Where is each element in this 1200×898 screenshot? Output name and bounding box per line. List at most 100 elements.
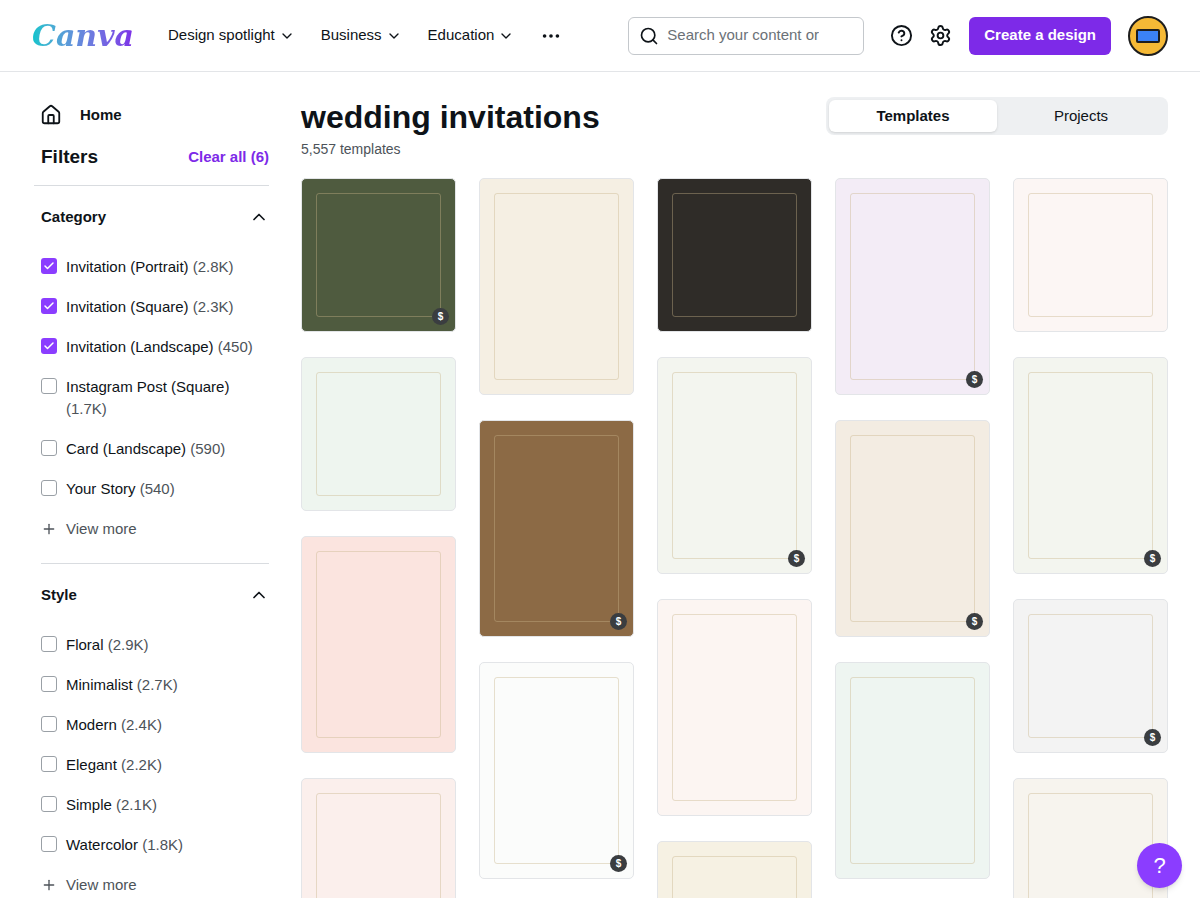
template-grid: $$$$$$$$ <box>301 178 1168 898</box>
filter-item[interactable]: Card (Landscape) (590) <box>41 429 269 469</box>
filter-item[interactable]: Modern (2.4K) <box>41 705 269 745</box>
filter-item[interactable]: Your Story (540) <box>41 469 269 509</box>
nav-item[interactable]: Design spotlight <box>168 24 295 47</box>
filter-item[interactable]: Minimalist (2.7K) <box>41 665 269 705</box>
view-tab[interactable]: Templates <box>829 100 997 132</box>
template-preview <box>850 435 975 622</box>
filter-label: Floral (2.9K) <box>66 634 149 656</box>
checkbox[interactable] <box>41 676 57 692</box>
filter-section: Style Floral (2.9K) Minimalist (2.7K) Moder… <box>41 564 269 898</box>
template-preview <box>316 551 441 738</box>
template-card[interactable]: $ <box>301 178 456 332</box>
template-preview <box>672 614 797 801</box>
search-box[interactable]: Search your content or <box>628 17 864 55</box>
filter-item[interactable]: Instagram Post (Square) (1.7K) <box>41 367 269 429</box>
home-icon <box>40 104 62 126</box>
filter-label: Watercolor (1.8K) <box>66 834 183 856</box>
checkbox-wrap <box>41 480 57 496</box>
help-button[interactable]: ? <box>1137 843 1182 888</box>
template-card[interactable]: $ <box>1013 357 1168 574</box>
checkbox-wrap <box>41 836 57 852</box>
main-nav: Design spotlight Business Education <box>168 24 562 47</box>
nav-item[interactable]: Business <box>321 24 402 47</box>
checkbox[interactable] <box>41 796 57 812</box>
pro-badge: $ <box>610 855 627 872</box>
nav-item[interactable]: Education <box>428 24 515 47</box>
avatar[interactable] <box>1128 16 1168 56</box>
filter-count: (540) <box>140 480 175 497</box>
filter-item[interactable]: Floral (2.9K) <box>41 625 269 665</box>
filter-label: Simple (2.1K) <box>66 794 157 816</box>
checkbox[interactable] <box>41 378 57 394</box>
filter-count: (2.7K) <box>137 676 178 693</box>
clear-all[interactable]: Clear all (6) <box>188 146 269 169</box>
template-card[interactable]: $ <box>479 420 634 637</box>
search-icon <box>639 26 659 46</box>
filter-label: Minimalist (2.7K) <box>66 674 178 696</box>
checkbox[interactable] <box>41 298 57 314</box>
view-tab[interactable]: Projects <box>997 100 1165 132</box>
home-link[interactable]: Home <box>34 104 269 127</box>
template-card[interactable] <box>301 357 456 511</box>
filter-item[interactable]: Watercolor (1.8K) <box>41 825 269 865</box>
filter-count: (2.9K) <box>108 636 149 653</box>
sidebar: HomeFiltersClear all (6)CategoryInvitati… <box>0 72 269 898</box>
template-card[interactable] <box>657 178 812 332</box>
template-card[interactable] <box>479 178 634 395</box>
section-header[interactable]: Style <box>41 578 269 613</box>
template-card[interactable]: $ <box>657 357 812 574</box>
checkbox[interactable] <box>41 756 57 772</box>
gear-icon[interactable] <box>929 24 952 47</box>
pro-badge: $ <box>1144 729 1161 746</box>
home-label: Home <box>80 104 122 127</box>
filter-item[interactable]: Invitation (Landscape) (450) <box>41 327 269 367</box>
template-card[interactable]: $ <box>479 662 634 879</box>
template-card[interactable] <box>301 536 456 753</box>
filter-count: (2.8K) <box>193 258 234 275</box>
nav-label: Business <box>321 24 382 47</box>
view-more[interactable]: View more <box>41 865 269 898</box>
template-card[interactable] <box>1013 178 1168 332</box>
template-card[interactable] <box>657 599 812 816</box>
filter-item[interactable]: Invitation (Square) (2.3K) <box>41 287 269 327</box>
template-card[interactable]: $ <box>1013 599 1168 753</box>
template-card[interactable] <box>301 778 456 898</box>
check-icon <box>43 340 55 352</box>
template-card[interactable] <box>657 841 812 898</box>
filter-label: Invitation (Portrait) (2.8K) <box>66 256 234 278</box>
checkbox-wrap <box>41 636 57 652</box>
checkbox-wrap <box>41 796 57 812</box>
create-design-button[interactable]: Create a design <box>969 17 1111 55</box>
view-more[interactable]: View more <box>41 509 269 550</box>
filter-item[interactable]: Elegant (2.2K) <box>41 745 269 785</box>
help-icon[interactable] <box>890 24 913 47</box>
filter-section: Category Invitation (Portrait) (2.8K) Invi… <box>41 186 269 564</box>
filter-label: Modern (2.4K) <box>66 714 162 736</box>
template-preview <box>316 372 441 496</box>
template-card[interactable] <box>835 662 990 879</box>
checkbox[interactable] <box>41 636 57 652</box>
checkbox[interactable] <box>41 716 57 732</box>
checkbox[interactable] <box>41 480 57 496</box>
template-preview <box>494 193 619 380</box>
filter-item[interactable]: Invitation (Portrait) (2.8K) <box>41 247 269 287</box>
checkbox-wrap <box>41 676 57 692</box>
title-block: wedding invitations5,557 templates <box>301 97 600 160</box>
header-actions: Search your content or Create a design <box>628 16 1168 56</box>
filter-item[interactable]: Simple (2.1K) <box>41 785 269 825</box>
checkbox[interactable] <box>41 258 57 274</box>
chevron-down-icon <box>386 28 402 44</box>
filter-count: (590) <box>190 440 225 457</box>
canva-logo[interactable]: Canva <box>32 13 134 58</box>
checkbox[interactable] <box>41 440 57 456</box>
check-icon <box>43 260 55 272</box>
section-header[interactable]: Category <box>41 200 269 235</box>
more-icon[interactable] <box>540 25 562 47</box>
template-column: $$ <box>1013 178 1168 898</box>
checkbox[interactable] <box>41 836 57 852</box>
checkbox[interactable] <box>41 338 57 354</box>
template-card[interactable]: $ <box>835 178 990 395</box>
template-card[interactable]: $ <box>835 420 990 637</box>
template-column: $$ <box>479 178 634 879</box>
template-preview <box>850 193 975 380</box>
